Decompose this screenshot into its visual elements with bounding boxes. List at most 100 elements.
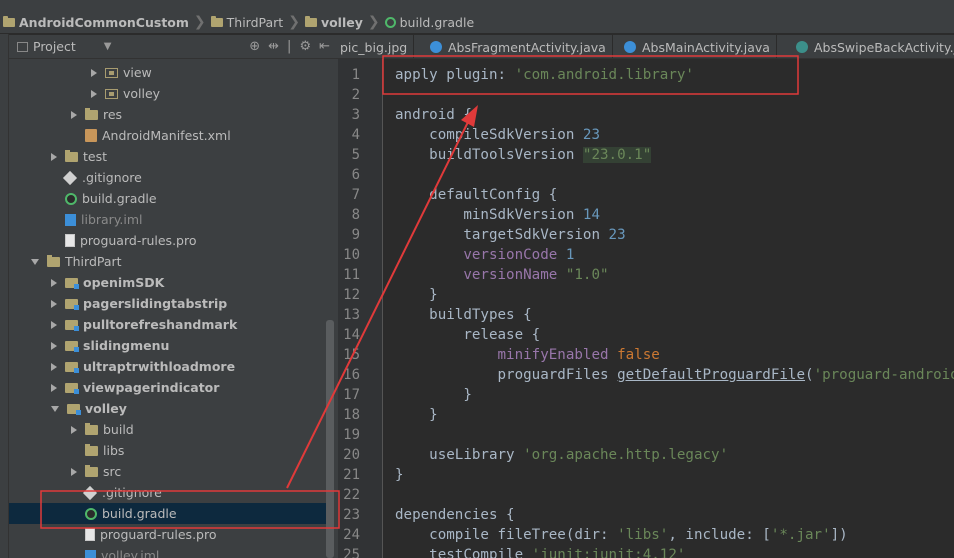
- tree-item[interactable]: build: [9, 419, 329, 440]
- tree-item[interactable]: volley.iml: [9, 545, 329, 558]
- tree-item-label: AndroidManifest.xml: [102, 128, 231, 143]
- tree-item-label: view: [123, 65, 152, 80]
- tree-item[interactable]: slidingmenu: [9, 335, 329, 356]
- chevron-right-icon[interactable]: [51, 299, 57, 308]
- tree-item-label: library.iml: [81, 212, 143, 227]
- tree-item[interactable]: proguard-rules.pro: [9, 524, 329, 545]
- iml-file-icon: [65, 213, 76, 226]
- code-line: minSdkVersion 14: [395, 205, 600, 225]
- module-folder-icon: [65, 319, 79, 331]
- breadcrumb-item[interactable]: ThirdPart: [208, 15, 287, 30]
- editor-tab[interactable]: pic_big.jpg: [338, 35, 415, 58]
- tree-item[interactable]: ThirdPart: [9, 251, 329, 272]
- chevron-right-icon[interactable]: [71, 467, 77, 476]
- code-line: release {: [395, 325, 540, 345]
- chevron-right-icon[interactable]: [71, 110, 77, 119]
- code-token: , include: [: [668, 527, 771, 543]
- code-line: useLibrary 'org.apache.http.legacy': [395, 445, 728, 465]
- tree-item[interactable]: res: [9, 104, 329, 125]
- folder-icon: [85, 464, 98, 477]
- tree-item[interactable]: pagerslidingtabstrip: [9, 293, 329, 314]
- tree-item[interactable]: pulltorefreshandmark: [9, 314, 329, 335]
- tree-item-label: build.gradle: [82, 191, 157, 206]
- editor-tab[interactable]: AbsMainActivity.java: [618, 35, 777, 58]
- chevron-right-icon[interactable]: [51, 341, 57, 350]
- breadcrumb-item[interactable]: volley: [302, 15, 366, 30]
- gear-icon[interactable]: ⚙: [299, 39, 311, 54]
- code-token: targetSdkVersion: [395, 227, 609, 243]
- chevron-down-icon[interactable]: [51, 405, 59, 412]
- chevron-right-icon[interactable]: [91, 68, 97, 77]
- left-tool-strip[interactable]: [0, 34, 9, 558]
- tree-item[interactable]: openimSDK: [9, 272, 329, 293]
- panel-toolbar: ⊕ ⇹ | ⚙ ⇤: [249, 39, 330, 54]
- code-token: }: [395, 387, 472, 403]
- tree-item[interactable]: volley: [9, 83, 329, 104]
- git-ignore-icon: [62, 170, 78, 185]
- tree-item[interactable]: ultraptrwithloadmore: [9, 356, 329, 377]
- line-number: 10: [343, 247, 360, 263]
- breadcrumb-item[interactable]: AndroidCommonCustom: [0, 15, 192, 30]
- chevron-right-icon[interactable]: [51, 383, 57, 392]
- tree-item-label: volley: [123, 86, 161, 101]
- project-tree[interactable]: view volley res AndroidManifest.xml test .git…: [9, 59, 338, 558]
- line-number: 17: [343, 387, 360, 403]
- code-line: }: [395, 465, 404, 485]
- chevron-right-icon[interactable]: [71, 425, 77, 434]
- line-number: 16: [343, 367, 360, 383]
- line-number: 22: [343, 487, 360, 503]
- chevron-down-icon[interactable]: ▼: [104, 41, 112, 52]
- code-token: release {: [395, 327, 541, 343]
- hide-panel-icon[interactable]: ⇤: [319, 39, 330, 54]
- iml-file-icon: [85, 549, 96, 558]
- editor-tab[interactable]: AbsSwipeBackActivity.java: [790, 35, 954, 58]
- tree-item-label: test: [83, 149, 108, 164]
- line-number: 11: [343, 267, 360, 283]
- collapse-icon[interactable]: ⇹: [268, 39, 279, 54]
- code-token: 23: [608, 227, 626, 243]
- breadcrumb-label: build.gradle: [399, 14, 475, 30]
- tree-item[interactable]: .gitignore: [9, 167, 329, 188]
- tree-item[interactable]: proguard-rules.pro: [9, 230, 329, 251]
- chevron-down-icon[interactable]: [31, 258, 39, 265]
- code-editor[interactable]: apply plugin: 'com.android.library' andro…: [383, 59, 954, 558]
- code-token: dependencies {: [395, 507, 515, 523]
- tree-item[interactable]: test: [9, 146, 329, 167]
- tree-scrollbar[interactable]: [326, 320, 334, 558]
- tree-item[interactable]: library.iml: [9, 209, 329, 230]
- tree-item-label: ultraptrwithloadmore: [83, 359, 236, 374]
- tree-item[interactable]: AndroidManifest.xml: [9, 125, 329, 146]
- code-token: getDefaultProguardFile: [617, 367, 806, 383]
- tree-item[interactable]: view: [9, 62, 329, 83]
- tree-item-label: proguard-rules.pro: [100, 527, 217, 542]
- locate-icon[interactable]: ⊕: [249, 39, 260, 54]
- tree-item[interactable]: build.gradle: [9, 188, 329, 209]
- chevron-right-icon[interactable]: [51, 278, 57, 287]
- code-line: proguardFiles getDefaultProguardFile('pr…: [395, 365, 954, 385]
- chevron-right-icon[interactable]: [51, 152, 57, 161]
- line-number: 25: [343, 547, 360, 558]
- module-folder-icon: [67, 403, 81, 415]
- tree-item[interactable]: .gitignore: [9, 482, 329, 503]
- tree-item[interactable]: libs: [9, 440, 329, 461]
- code-token: 'libs': [617, 527, 669, 543]
- project-view-icon: [17, 41, 28, 52]
- editor-tab[interactable]: AbsFragmentActivity.java: [424, 35, 613, 58]
- breadcrumb-label: ThirdPart: [226, 14, 284, 30]
- tree-item-label: res: [103, 107, 123, 122]
- package-icon: [105, 88, 118, 99]
- code-token: compile fileTree(dir:: [395, 527, 618, 543]
- tree-item[interactable]: viewpagerindicator: [9, 377, 329, 398]
- chevron-right-icon[interactable]: [51, 362, 57, 371]
- chevron-right-icon[interactable]: [51, 320, 57, 329]
- breadcrumb-item[interactable]: build.gradle: [382, 15, 478, 30]
- line-number: 7: [351, 187, 360, 203]
- code-token: 'junit:junit:4.12': [531, 547, 686, 558]
- chevron-right-icon[interactable]: [91, 89, 97, 98]
- code-token: 'org.apache.http.legacy': [523, 447, 729, 463]
- code-token: ]): [830, 527, 848, 543]
- project-panel-title[interactable]: Project: [33, 39, 76, 54]
- tree-item[interactable]: build.gradle: [9, 503, 329, 524]
- tree-item[interactable]: volley: [9, 398, 329, 419]
- tree-item[interactable]: src: [9, 461, 329, 482]
